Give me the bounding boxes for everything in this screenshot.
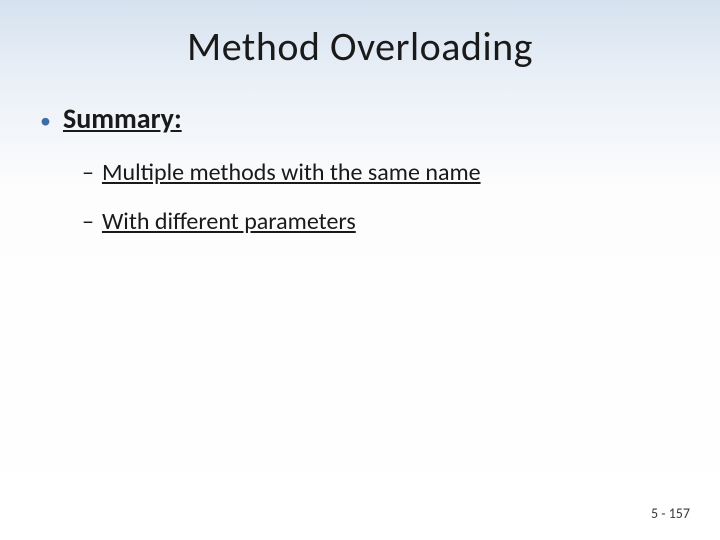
dash-icon: –	[82, 207, 94, 236]
point-2-text: With different parameters	[102, 207, 356, 236]
bullet-point-1: – Multiple methods with the same name	[82, 158, 720, 187]
bullet-point-2: – With different parameters	[82, 207, 720, 236]
page-number: 5 - 157	[651, 505, 690, 522]
dash-icon: –	[82, 158, 94, 187]
bullet-summary: • Summary:	[40, 101, 720, 136]
summary-label: Summary:	[63, 101, 182, 136]
bullet-dot-icon: •	[40, 110, 51, 132]
slide-body: • Summary: – Multiple methods with the s…	[0, 71, 720, 236]
slide-title: Method Overloading	[0, 0, 720, 71]
point-1-text: Multiple methods with the same name	[102, 158, 481, 187]
